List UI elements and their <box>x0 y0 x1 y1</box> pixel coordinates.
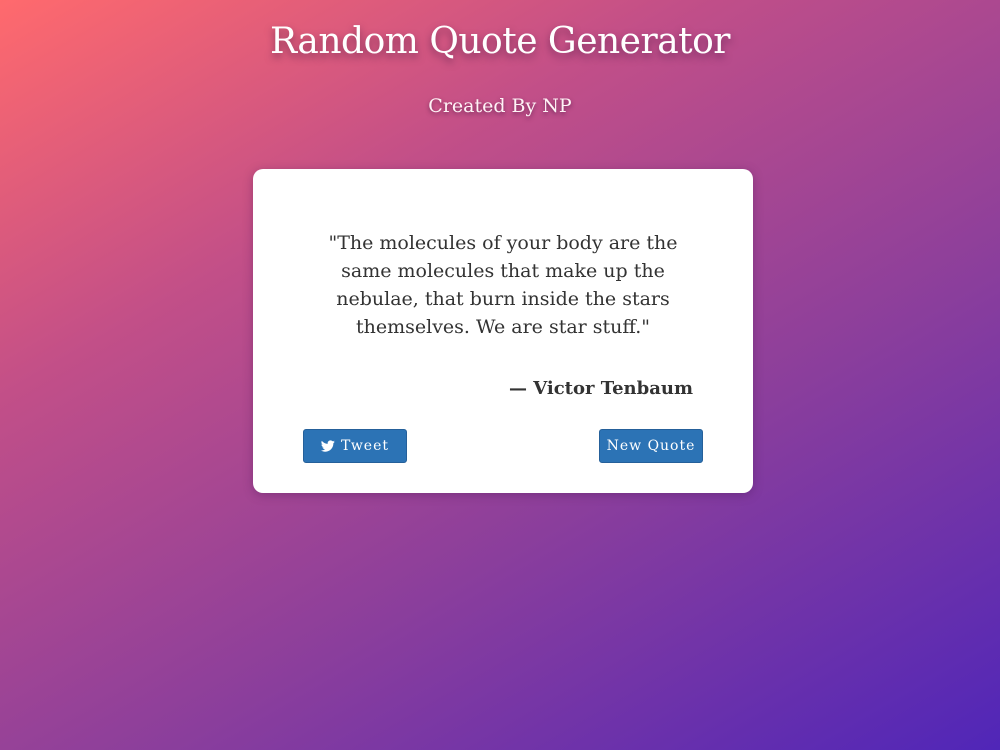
tweet-button[interactable]: Tweet <box>303 429 407 463</box>
new-quote-button-label: New Quote <box>606 438 696 454</box>
quote-text: "The molecules of your body are the same… <box>328 232 678 338</box>
new-quote-button[interactable]: New Quote <box>599 429 703 463</box>
page-subtitle: Created By NP <box>428 95 572 117</box>
tweet-button-label: Tweet <box>340 438 390 454</box>
twitter-icon <box>320 439 335 453</box>
quote-card: "The molecules of your body are the same… <box>253 169 753 493</box>
page-title: Random Quote Generator <box>269 21 731 62</box>
page-background: Random Quote Generator Created By NP "Th… <box>0 0 1000 750</box>
quote-author: — Victor Tenbaum <box>508 378 693 399</box>
